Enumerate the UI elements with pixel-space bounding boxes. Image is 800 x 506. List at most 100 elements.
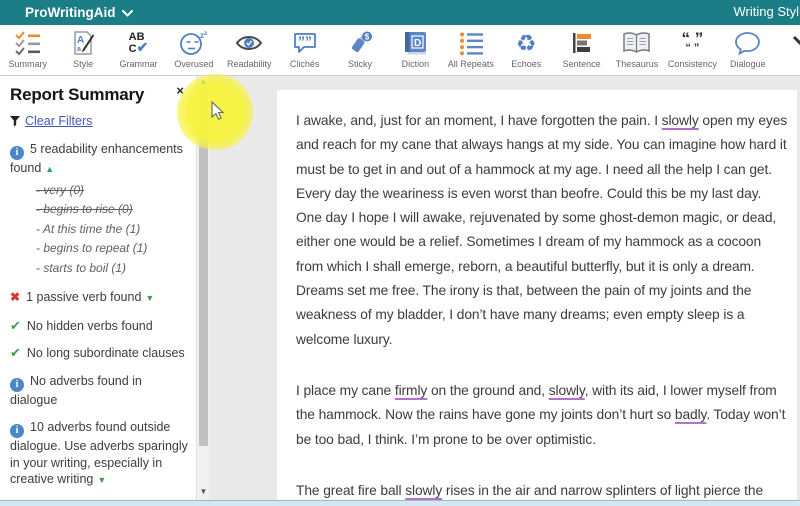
text-run: I awake, and, just for an moment, I have… bbox=[296, 113, 662, 128]
all-repeats-list-icon bbox=[458, 28, 484, 58]
brand-label: ProWritingAid bbox=[25, 5, 116, 20]
toolbar-item-consistency[interactable]: “ ” “ ” Consistency bbox=[665, 25, 720, 75]
document-page: I awake, and, just for an moment, I have… bbox=[277, 90, 797, 502]
svg-text:$: $ bbox=[364, 33, 369, 42]
thesaurus-book-icon bbox=[622, 28, 651, 58]
summary-checklist-icon bbox=[14, 28, 42, 58]
toolbar-item-echoes[interactable]: ♻ Echoes bbox=[499, 25, 554, 75]
sticky-glue-bottle-icon: $ bbox=[347, 28, 374, 58]
adverb-highlight[interactable]: slowly bbox=[549, 383, 585, 398]
text-run: The great fire ball bbox=[296, 482, 406, 498]
report-sub-item[interactable]: - starts to boil (1) bbox=[36, 259, 190, 279]
pacing-icon bbox=[792, 28, 800, 58]
info-icon: i bbox=[10, 377, 24, 392]
diction-dictionary-icon: D bbox=[403, 28, 428, 58]
editor-area: I awake, and, just for an moment, I have… bbox=[209, 76, 800, 502]
adverb-highlight[interactable]: slowly bbox=[662, 113, 699, 128]
report-item[interactable]: i5 readability enhancements found ▲ - very… bbox=[10, 141, 190, 278]
toolbar-item-label: Sticky bbox=[348, 59, 373, 69]
report-sub-item[interactable]: - At this time the (1) bbox=[36, 220, 190, 240]
toolbar-item-dialogue[interactable]: Dialogue bbox=[720, 25, 775, 75]
report-sub-item[interactable]: - begins to repeat (1) bbox=[36, 239, 190, 259]
info-icon: i bbox=[10, 146, 24, 160]
toolbar-item-label: Consistency bbox=[667, 59, 717, 69]
toolbar-item-p[interactable]: P bbox=[775, 25, 800, 75]
toolbar: Summary A a Style AB C✔ Grammar z z Overused… bbox=[0, 25, 800, 76]
overused-sleepy-face-icon: z z bbox=[179, 28, 208, 58]
grammar-abc-check-icon: AB C✔ bbox=[128, 30, 149, 55]
adverb-highlight[interactable]: firmly bbox=[395, 383, 427, 398]
info-icon: i bbox=[10, 424, 24, 438]
toolbar-item-label: Diction bbox=[401, 59, 430, 69]
toolbar-item-label: Sentence bbox=[562, 59, 601, 69]
check-icon: ✔ bbox=[10, 345, 21, 360]
toolbar-item-sticky[interactable]: $ Sticky bbox=[332, 25, 387, 75]
sidebar-scrollbar[interactable]: ▲ ▼ bbox=[196, 76, 209, 500]
toolbar-item-label: Overused bbox=[174, 59, 214, 69]
toolbar-item-label: All Repeats bbox=[447, 59, 494, 69]
top-bar: ProWritingAid Writing Styl bbox=[0, 0, 800, 25]
report-item[interactable]: i No adverbs found in dialogue bbox=[10, 373, 190, 409]
toolbar-item-label: Readability bbox=[226, 59, 272, 69]
filter-icon bbox=[10, 115, 20, 126]
toolbar-item-all-repeats[interactable]: All Repeats bbox=[443, 25, 498, 75]
report-sub-list: - very (0) - begins to rise (0) - At this … bbox=[36, 181, 190, 279]
text-run: open my eyes and reach for my cane that … bbox=[296, 113, 788, 347]
toolbar-item-style[interactable]: A a Style bbox=[55, 25, 110, 75]
report-sub-item[interactable]: - begins to rise (0) bbox=[36, 200, 190, 220]
cross-icon: ✖ bbox=[10, 290, 21, 304]
toolbar-item-thesaurus[interactable]: Thesaurus bbox=[609, 25, 664, 75]
toolbar-item-label: Thesaurus bbox=[615, 59, 659, 69]
echoes-recycle-icon: ♻ bbox=[515, 29, 537, 56]
panel-title: Report Summary bbox=[10, 85, 145, 104]
toolbar-item-label: Echoes bbox=[511, 59, 542, 69]
chevron-up-icon[interactable]: ▲ bbox=[45, 164, 54, 174]
scrollbar-thumb[interactable] bbox=[199, 90, 208, 446]
consistency-quotes-icon: “ ” “ ” bbox=[681, 29, 704, 54]
chevron-down-icon bbox=[121, 10, 133, 17]
brand-menu[interactable]: ProWritingAid bbox=[25, 5, 133, 20]
toolbar-item-sentence[interactable]: Sentence bbox=[554, 25, 609, 75]
toolbar-item-label: Dialogue bbox=[730, 59, 766, 69]
readability-eye-icon bbox=[235, 28, 263, 58]
toolbar-item-overused[interactable]: z z Overused bbox=[166, 25, 221, 75]
paragraph: I awake, and, just for an moment, I have… bbox=[296, 109, 789, 352]
report-item[interactable]: ✔ No long subordinate clauses bbox=[10, 345, 190, 362]
report-sub-item[interactable]: - very (0) bbox=[36, 181, 190, 201]
toolbar-item-label: Grammar bbox=[119, 59, 158, 69]
close-icon[interactable]: × bbox=[176, 83, 184, 98]
svg-text:A: A bbox=[77, 35, 84, 46]
adverb-highlight[interactable]: badly bbox=[675, 407, 707, 422]
sentence-bars-icon bbox=[570, 28, 594, 58]
dialogue-bubble-icon bbox=[734, 28, 761, 58]
text-run: I place my cane bbox=[296, 382, 395, 398]
report-summary-panel: Report Summary × Clear Filters i5 readab… bbox=[0, 76, 196, 500]
chevron-down-icon[interactable]: ▼ bbox=[145, 293, 154, 303]
svg-text:D: D bbox=[414, 38, 421, 49]
toolbar-item-label: Style bbox=[73, 59, 94, 69]
svg-text:a: a bbox=[77, 46, 81, 53]
report-item[interactable]: ✖ 1 passive verb found ▼ bbox=[10, 289, 190, 307]
style-quill-icon: A a bbox=[70, 28, 96, 58]
adverb-highlight[interactable]: slowly bbox=[405, 483, 442, 498]
chevron-down-icon[interactable]: ▼ bbox=[97, 475, 106, 485]
toolbar-item-summary[interactable]: Summary bbox=[0, 25, 55, 75]
svg-text:z: z bbox=[204, 31, 207, 37]
toolbar-item-diction[interactable]: D Diction bbox=[388, 25, 443, 75]
check-icon: ✔ bbox=[10, 317, 21, 333]
toolbar-item-grammar[interactable]: AB C✔ Grammar bbox=[111, 25, 166, 75]
paragraph: I place my cane firmly on the ground and… bbox=[296, 379, 789, 452]
svg-text:””: ”” bbox=[298, 33, 312, 49]
report-summary-list: i5 readability enhancements found ▲ - very… bbox=[10, 141, 190, 500]
document-text[interactable]: I awake, and, just for an moment, I have… bbox=[277, 90, 797, 506]
toolbar-item-clich-s[interactable]: ”” Clichés bbox=[277, 25, 332, 75]
report-item[interactable]: i 10 adverbs found outside dialogue. Use … bbox=[10, 419, 190, 489]
cliches-quote-bubble-icon: ”” bbox=[292, 28, 318, 58]
toolbar-item-label: Clichés bbox=[289, 59, 320, 69]
writing-style-label: Writing Styl bbox=[733, 4, 800, 19]
text-run: on the ground and, bbox=[427, 382, 549, 398]
report-item[interactable]: ✔ No hidden verbs found bbox=[10, 318, 190, 335]
toolbar-item-readability[interactable]: Readability bbox=[222, 25, 277, 75]
toolbar-item-label: Summary bbox=[8, 59, 47, 69]
clear-filters-link[interactable]: Clear Filters bbox=[25, 114, 92, 128]
